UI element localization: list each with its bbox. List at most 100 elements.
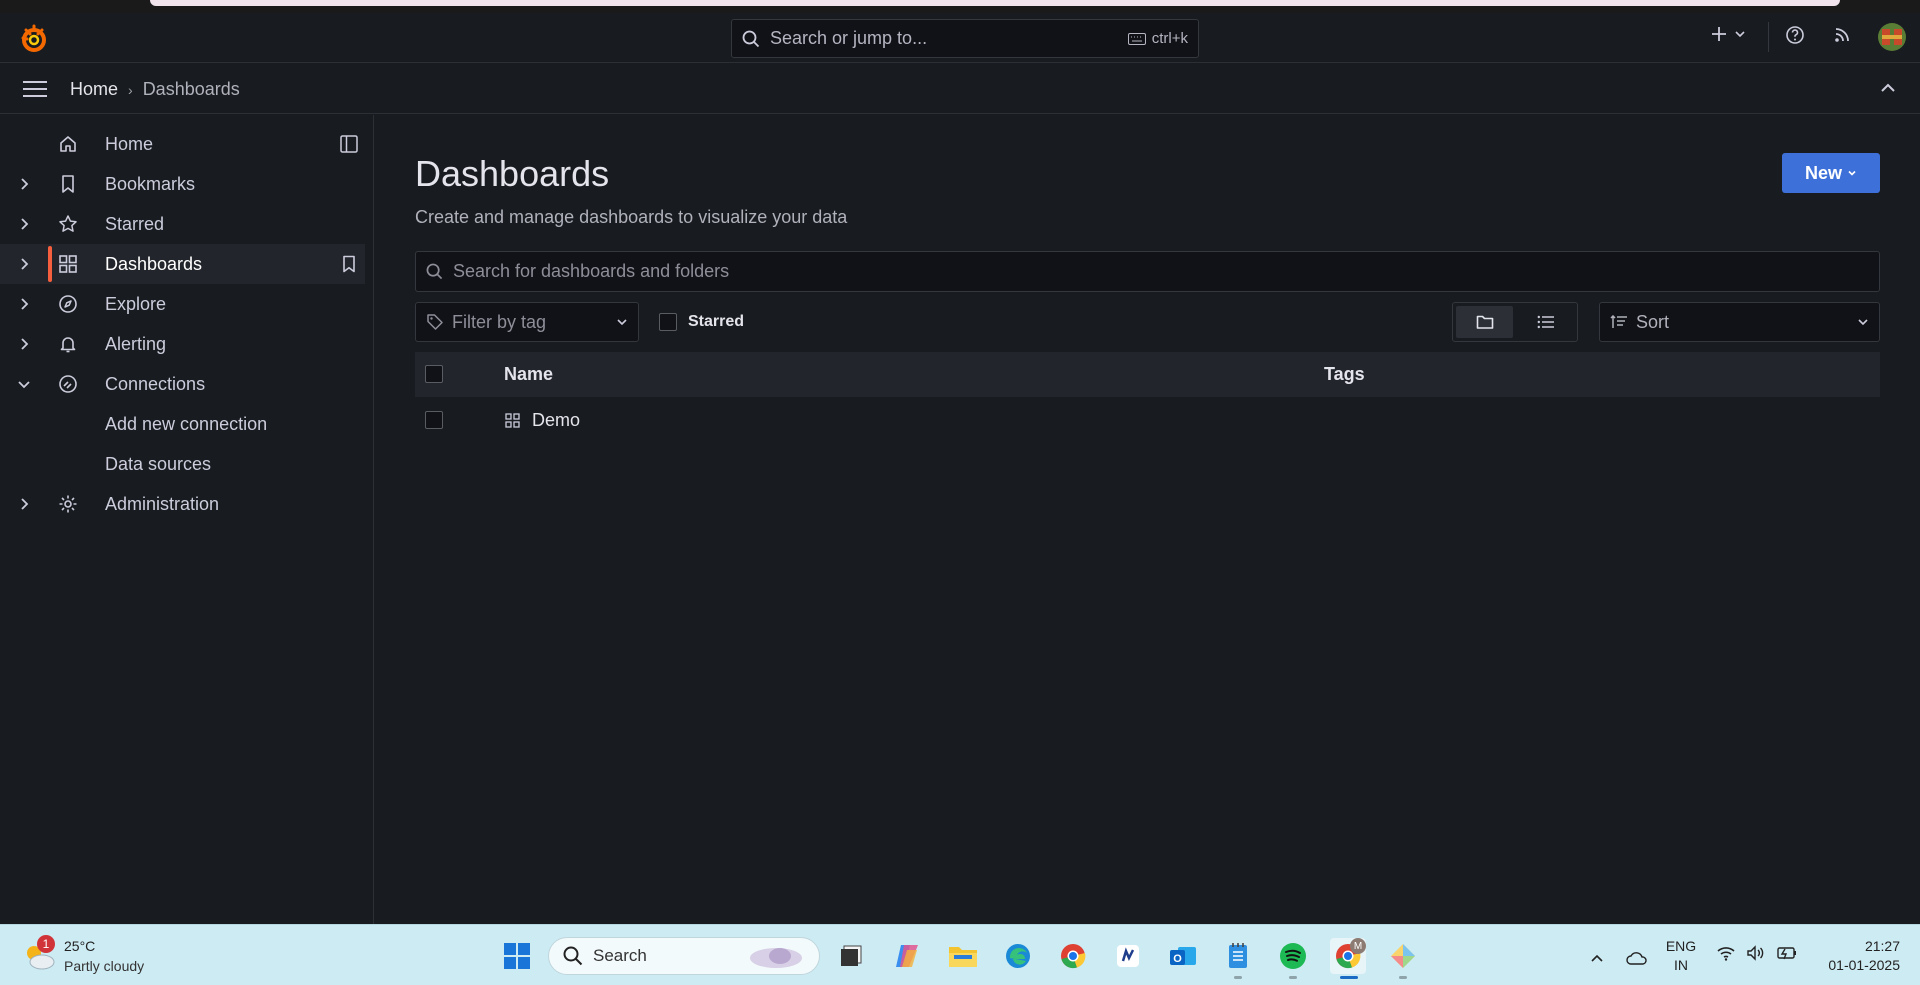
search-icon: [563, 946, 583, 966]
sidebar-item-label: Dashboards: [105, 254, 203, 274]
sidebar-item-label: Administration: [105, 494, 220, 514]
sidebar-item-starred[interactable]: Starred: [0, 204, 365, 244]
sidebar-item-connections[interactable]: Connections: [0, 364, 365, 404]
sidebar-item-home[interactable]: Home: [0, 124, 365, 164]
taskbar-search-box[interactable]: Search: [548, 937, 820, 975]
chevron-up-icon[interactable]: [1590, 953, 1604, 963]
chevron-right-icon[interactable]: [16, 336, 32, 352]
taskbar-app-chrome[interactable]: [1055, 938, 1091, 974]
list-view-button[interactable]: [1517, 306, 1574, 338]
folder-icon: [1476, 314, 1494, 330]
weather-condition: Partly cloudy: [64, 958, 145, 974]
search-highlight-icon: [747, 943, 805, 969]
start-button[interactable]: [499, 938, 535, 974]
chevron-down-icon: [616, 316, 628, 328]
browser-tab-strip: [150, 0, 1840, 6]
plus-icon: [1710, 25, 1728, 43]
sidebar-item-alerting[interactable]: Alerting: [0, 324, 365, 364]
row-checkbox[interactable]: [425, 411, 443, 429]
sidebar-item-add-new-connection[interactable]: Add new connection: [0, 404, 365, 444]
active-indicator: [48, 246, 52, 282]
taskbar-app-edge[interactable]: [1000, 938, 1036, 974]
battery-icon: [1776, 945, 1798, 961]
chevron-down-icon: [1734, 28, 1746, 40]
breadcrumb: Home › Dashboards: [70, 79, 240, 100]
chevron-right-icon[interactable]: [16, 256, 32, 272]
onedrive-icon[interactable]: [1626, 950, 1648, 966]
system-clock[interactable]: 21:27 01-01-2025: [1812, 937, 1900, 975]
table-row[interactable]: Demo: [415, 398, 1880, 443]
sidebar-item-label: Explore: [105, 294, 167, 314]
sidebar-item-explore[interactable]: Explore: [0, 284, 365, 324]
taskbar-app-notepad[interactable]: [1220, 938, 1256, 974]
grafana-logo-icon[interactable]: [20, 24, 48, 54]
breadcrumb-home-link[interactable]: Home: [70, 79, 118, 100]
search-icon: [742, 30, 760, 48]
taskbar-app-copilot[interactable]: [889, 938, 925, 974]
starred-filter[interactable]: Starred: [659, 313, 744, 331]
bookmark-icon: [58, 174, 78, 194]
user-avatar[interactable]: [1878, 23, 1906, 51]
outlook-icon: O: [1168, 942, 1198, 970]
sidebar-item-bookmarks[interactable]: Bookmarks: [0, 164, 365, 204]
connections-icon: [58, 374, 78, 394]
new-dashboard-button[interactable]: New: [1782, 153, 1880, 193]
notification-badge: 1: [37, 935, 55, 953]
select-all-checkbox[interactable]: [425, 365, 443, 383]
taskbar-app-file-explorer[interactable]: [945, 938, 981, 974]
paint-icon: [1389, 942, 1417, 970]
search-placeholder: Search or jump to...: [770, 28, 928, 48]
running-indicator: [1234, 976, 1242, 979]
chrome-icon: [1059, 942, 1087, 970]
shortcut-label: ctrl+k: [1151, 30, 1188, 47]
taskbar-app-paint[interactable]: [1385, 938, 1421, 974]
notepad-icon: [1226, 942, 1250, 970]
taskbar-app-chrome-profile[interactable]: M: [1330, 938, 1366, 974]
chevron-right-icon[interactable]: [16, 296, 32, 312]
starred-checkbox[interactable]: [659, 313, 677, 331]
sort-select[interactable]: Sort: [1599, 302, 1880, 342]
breadcrumb-bar: Home › Dashboards: [0, 64, 1920, 114]
column-header-name[interactable]: Name: [504, 364, 553, 385]
sidebar-item-administration[interactable]: Administration: [0, 484, 365, 524]
running-indicator: [1289, 976, 1297, 979]
system-tray: [1580, 940, 1648, 976]
help-button[interactable]: [1785, 25, 1805, 45]
search-or-jump-input[interactable]: Search or jump to... ctrl+k: [731, 19, 1199, 58]
weather-widget[interactable]: 1 25°C Partly cloudy: [22, 935, 222, 977]
taskbar-app-task-view[interactable]: [833, 938, 869, 974]
bell-icon: [58, 334, 78, 354]
sidebar-item-data-sources[interactable]: Data sources: [0, 444, 365, 484]
profile-badge: M: [1350, 938, 1366, 954]
dashboard-search-input[interactable]: Search for dashboards and folders: [415, 251, 1880, 292]
menu-hamburger-icon[interactable]: [22, 80, 48, 98]
dashboard-name-link[interactable]: Demo: [532, 410, 580, 431]
weather-temperature: 25°C: [64, 938, 96, 954]
chevron-right-icon[interactable]: [16, 216, 32, 232]
sidebar-item-label: Alerting: [105, 334, 167, 354]
tag-icon: [426, 313, 444, 331]
top-bar: Search or jump to... ctrl+k: [0, 13, 1920, 63]
chevron-right-icon[interactable]: [16, 496, 32, 512]
keyboard-icon: [1127, 32, 1146, 45]
taskbar-app-spotify[interactable]: [1275, 938, 1311, 974]
page-title: Dashboards: [415, 153, 610, 194]
active-indicator: [1340, 976, 1358, 979]
news-feed-button[interactable]: [1834, 25, 1852, 43]
folder-view-button[interactable]: [1456, 306, 1513, 338]
add-menu-button[interactable]: [1710, 25, 1746, 43]
bookmark-icon[interactable]: [341, 255, 357, 273]
chevron-up-icon[interactable]: [1880, 82, 1896, 94]
chevron-right-icon[interactable]: [16, 176, 32, 192]
sidebar-nav: Home Bookmarks Starred Dashboards Explor…: [0, 115, 374, 924]
notes-app-icon: [1115, 943, 1141, 969]
sidebar-item-dashboards[interactable]: Dashboards: [0, 244, 365, 284]
copilot-icon: [893, 942, 921, 970]
taskbar-app-notes[interactable]: [1110, 938, 1146, 974]
taskbar-app-outlook[interactable]: O: [1165, 938, 1201, 974]
quick-settings[interactable]: [1716, 945, 1798, 961]
chevron-down-icon[interactable]: [16, 376, 32, 392]
tag-filter-select[interactable]: Filter by tag: [415, 302, 639, 342]
breadcrumb-separator: ›: [128, 81, 133, 98]
input-language-indicator[interactable]: ENG IN: [1665, 937, 1697, 975]
